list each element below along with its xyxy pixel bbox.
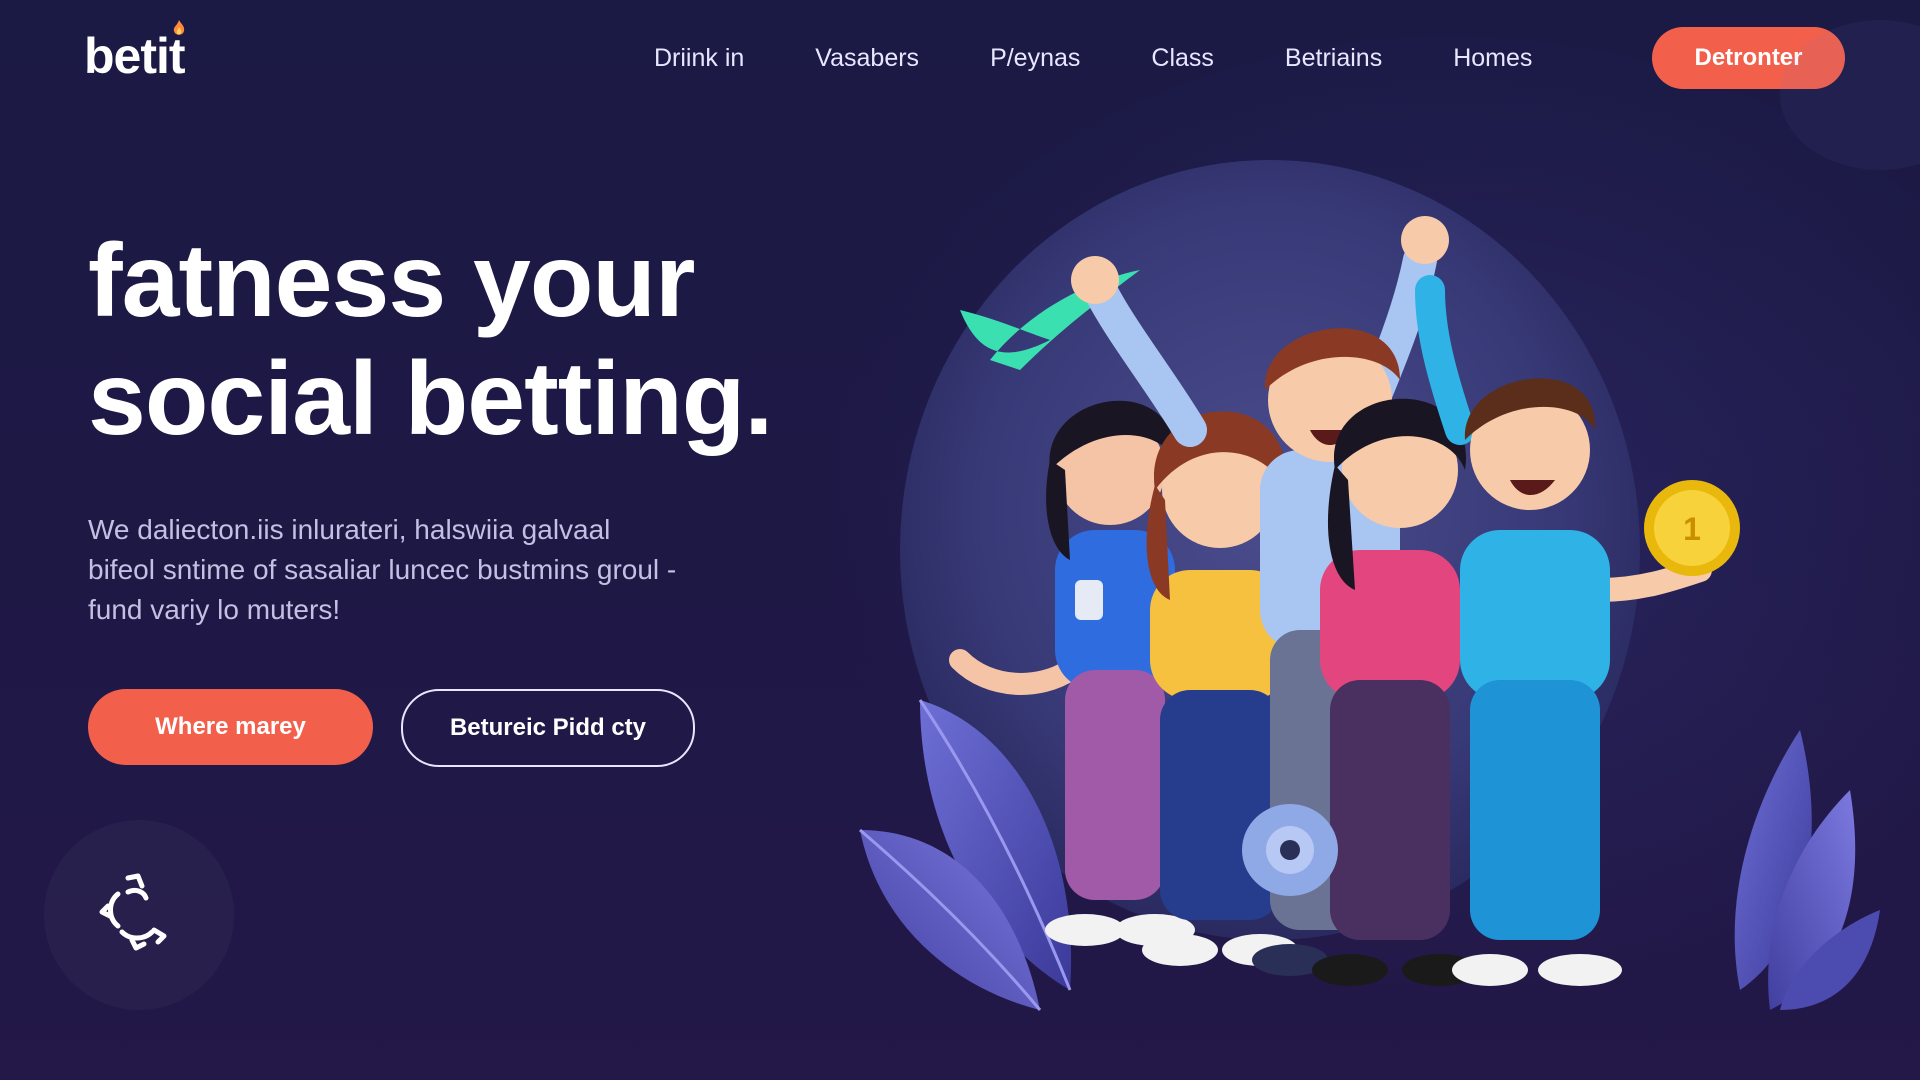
leaves-right (1734, 730, 1880, 1010)
hero-description: We daliecton.iis inlurateri, halswiia ga… (88, 510, 788, 630)
coin-label: 1 (1683, 511, 1701, 547)
nav-item-betriains[interactable]: Betriains (1285, 36, 1382, 80)
hero-title-line-1: fatness your (88, 223, 695, 339)
hero-description-line-1: We daliecton.iis inlurateri, halswiia ga… (88, 514, 611, 545)
secondary-cta-button[interactable]: Betureic Pidd cty (401, 689, 695, 767)
hero-description-line-3: fund variy lo muters! (88, 594, 341, 625)
main-nav: Driink in Vasabers P/eynas Class Betriai… (654, 36, 1532, 80)
nav-item-peynas[interactable]: P/eynas (990, 36, 1080, 80)
nav-item-homes[interactable]: Homes (1453, 36, 1532, 80)
coin-icon: 1 (1644, 480, 1740, 576)
flame-icon (173, 20, 185, 35)
landing-page: betit Driink in Vasabers P/eynas Class B… (0, 0, 1920, 1080)
nav-item-driink-in[interactable]: Driink in (654, 36, 744, 80)
hero-title: fatness your social betting. (88, 222, 773, 458)
primary-cta-button[interactable]: Where marey (88, 689, 373, 765)
camera-puck (1242, 804, 1338, 896)
nav-item-class[interactable]: Class (1151, 36, 1214, 80)
hero-title-line-2: social betting. (88, 341, 773, 457)
brand-logo[interactable]: betit (84, 20, 186, 86)
nav-item-vasabers[interactable]: Vasabers (815, 36, 919, 80)
logo-text: betit (84, 28, 186, 84)
hero-illustration: 1 (859, 160, 1880, 1011)
hero-description-line-2: bifeol sntime of sasaliar luncec bustmin… (88, 554, 677, 585)
loader-icon (99, 873, 167, 951)
